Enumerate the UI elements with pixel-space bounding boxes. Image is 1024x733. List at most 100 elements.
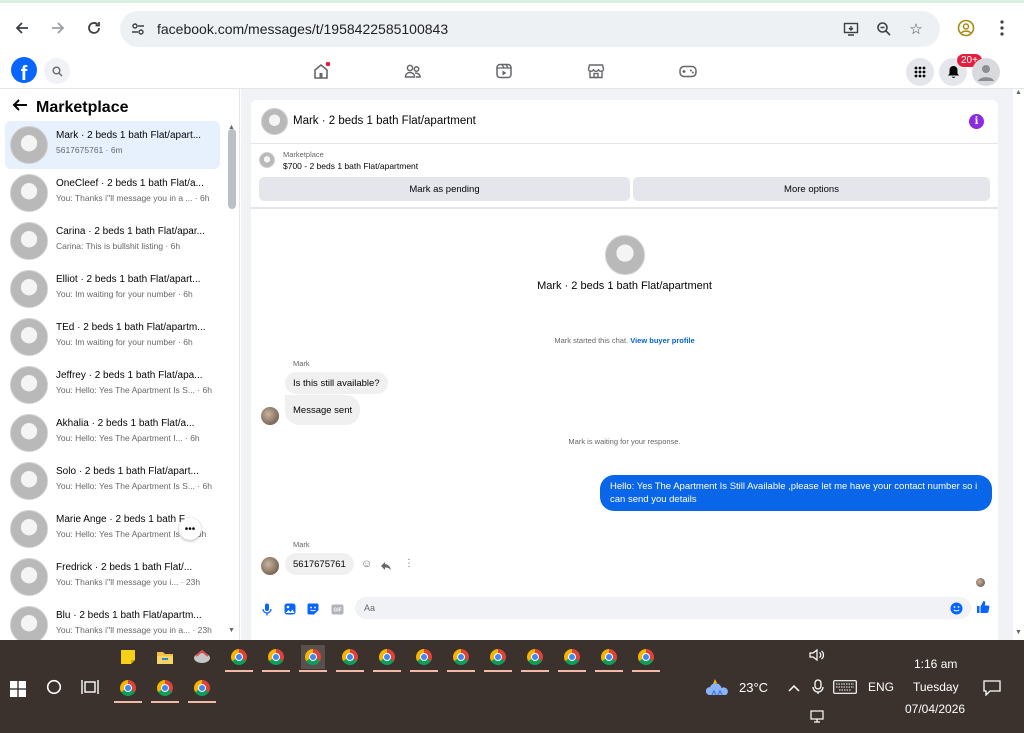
account-avatar[interactable] bbox=[972, 58, 1000, 86]
image-icon[interactable] bbox=[283, 602, 297, 616]
site-settings-icon[interactable] bbox=[129, 20, 147, 38]
notifications-icon[interactable] bbox=[980, 676, 1004, 700]
info-icon[interactable]: i bbox=[969, 114, 984, 129]
conversation-item[interactable]: TEd · 2 beds 1 bath Flat/apartm... You: I… bbox=[5, 313, 220, 361]
emoji-icon[interactable] bbox=[949, 601, 963, 615]
gif-icon[interactable]: GIF bbox=[330, 602, 344, 616]
message-bubble[interactable]: Message sent bbox=[285, 395, 361, 425]
conversation-item[interactable]: Solo · 2 beds 1 bath Flat/apart... You: H… bbox=[5, 457, 220, 505]
video-icon[interactable] bbox=[494, 61, 514, 81]
message-more-icon[interactable]: ⋮ bbox=[404, 558, 414, 569]
search-icon[interactable] bbox=[44, 58, 70, 84]
install-app-icon[interactable] bbox=[842, 20, 860, 38]
weather-icon[interactable] bbox=[706, 675, 730, 699]
profile-icon[interactable] bbox=[955, 17, 977, 39]
message-bubble[interactable]: 5617675761 bbox=[285, 553, 354, 575]
show-hidden-icons-icon[interactable] bbox=[782, 676, 806, 700]
microphone-icon[interactable] bbox=[260, 602, 274, 616]
conversation-item[interactable]: Blu · 2 beds 1 bath Flat/apartm... You: T… bbox=[5, 601, 220, 640]
chrome-taskbar-icon[interactable] bbox=[486, 645, 510, 669]
facebook-logo[interactable]: f bbox=[11, 57, 37, 83]
listing-avatar[interactable] bbox=[261, 108, 288, 135]
chat-title[interactable]: Mark · 2 beds 1 bath Flat/apartment bbox=[293, 115, 476, 127]
volume-icon[interactable] bbox=[805, 643, 829, 667]
bookmark-star-icon[interactable]: ☆ bbox=[907, 20, 925, 38]
sticky-notes-icon[interactable] bbox=[116, 645, 140, 669]
conversation-item[interactable]: Elliot · 2 beds 1 bath Flat/apart... You:… bbox=[5, 265, 220, 313]
conversation-item[interactable]: Akhalia · 2 beds 1 bath Flat/a... You: He… bbox=[5, 409, 220, 457]
search-circle-icon[interactable] bbox=[42, 675, 66, 699]
clock-time[interactable]: 1:16 am bbox=[914, 657, 957, 671]
menu-kebab-icon[interactable] bbox=[991, 17, 1013, 39]
buyer-avatar[interactable] bbox=[605, 235, 645, 275]
friends-icon[interactable] bbox=[403, 61, 423, 81]
gaming-icon[interactable] bbox=[678, 61, 698, 81]
running-indicator bbox=[595, 670, 623, 672]
keyboard-icon[interactable] bbox=[833, 675, 857, 699]
message-input[interactable] bbox=[355, 597, 971, 619]
clock-date[interactable]: 07/04/2026 bbox=[905, 702, 965, 716]
chrome-taskbar-icon[interactable] bbox=[227, 645, 251, 669]
task-view-icon[interactable] bbox=[78, 675, 102, 699]
file-explorer-icon[interactable] bbox=[153, 645, 177, 669]
url-text[interactable]: facebook.com/messages/t/1958422585100843 bbox=[157, 21, 448, 37]
back-icon[interactable] bbox=[11, 17, 33, 39]
listing-price[interactable]: $700 - 2 beds 1 bath Flat/apartment bbox=[283, 161, 418, 171]
chrome-taskbar-icon[interactable] bbox=[634, 645, 658, 669]
conversation-name: Blu · 2 beds 1 bath Flat/apartm... bbox=[56, 610, 202, 621]
more-options-button[interactable]: More options bbox=[633, 177, 990, 201]
chrome-taskbar-icon[interactable] bbox=[116, 676, 140, 700]
input-language[interactable]: ENG bbox=[868, 680, 894, 694]
reply-icon[interactable] bbox=[380, 558, 392, 576]
conversation-item[interactable]: Carina · 2 beds 1 bath Flat/apar... Carin… bbox=[5, 217, 220, 265]
conversation-item[interactable]: Jeffrey · 2 beds 1 bath Flat/apa... You: … bbox=[5, 361, 220, 409]
chrome-taskbar-icon[interactable] bbox=[597, 645, 621, 669]
sender-avatar[interactable] bbox=[261, 407, 279, 425]
conversation-item[interactable]: Mark · 2 beds 1 bath Flat/apart... 561767… bbox=[5, 121, 220, 169]
view-buyer-profile-link[interactable]: View buyer profile bbox=[630, 336, 694, 345]
chrome-taskbar-icon[interactable] bbox=[375, 645, 399, 669]
message-bubble[interactable]: Is this still available? bbox=[285, 372, 388, 394]
listing-thumbnail[interactable] bbox=[259, 152, 275, 168]
sidebar-scrollbar[interactable] bbox=[228, 129, 236, 209]
conversation-name: Mark · 2 beds 1 bath Flat/apart... bbox=[56, 130, 202, 141]
reload-icon[interactable] bbox=[83, 17, 105, 39]
clock-day[interactable]: Tuesday bbox=[913, 680, 959, 694]
chrome-taskbar-icon[interactable] bbox=[449, 645, 473, 669]
chrome-taskbar-icon[interactable] bbox=[560, 645, 584, 669]
back-arrow-icon[interactable] bbox=[12, 98, 28, 117]
menu-grid-icon[interactable] bbox=[906, 58, 934, 86]
react-emoji-icon[interactable]: ☺ bbox=[361, 558, 372, 570]
network-icon[interactable] bbox=[806, 705, 830, 729]
waiting-note: Mark is waiting for your response. bbox=[568, 437, 681, 446]
outgoing-message-bubble[interactable]: Hello: Yes The Apartment Is Still Availa… bbox=[600, 475, 992, 511]
scroll-up-icon[interactable]: ▲ bbox=[228, 124, 235, 131]
app-icon[interactable] bbox=[190, 645, 214, 669]
chat-started-note: Mark started this chat. View buyer profi… bbox=[554, 336, 695, 345]
chrome-taskbar-icon[interactable] bbox=[338, 645, 362, 669]
conversation-item[interactable]: Fredrick · 2 beds 1 bath Flat/... You: Th… bbox=[5, 553, 220, 601]
conversation-item[interactable]: OneCleef · 2 beds 1 bath Flat/a... You: T… bbox=[5, 169, 220, 217]
windows-start-icon[interactable] bbox=[6, 677, 30, 701]
conversation-avatar bbox=[10, 414, 48, 452]
zoom-icon[interactable] bbox=[875, 20, 893, 38]
sender-avatar[interactable] bbox=[261, 557, 279, 575]
chrome-taskbar-icon[interactable] bbox=[153, 676, 177, 700]
address-bar[interactable]: facebook.com/messages/t/1958422585100843… bbox=[120, 11, 940, 47]
sticker-icon[interactable] bbox=[306, 602, 320, 616]
conversation-options-icon[interactable]: ••• bbox=[179, 518, 201, 540]
mark-pending-button[interactable]: Mark as pending bbox=[259, 177, 630, 201]
chrome-taskbar-icon[interactable] bbox=[412, 645, 436, 669]
thumbs-up-icon[interactable] bbox=[976, 600, 990, 614]
chrome-taskbar-icon[interactable] bbox=[264, 645, 288, 669]
weather-temperature[interactable]: 23°C bbox=[739, 680, 768, 695]
chrome-taskbar-icon[interactable] bbox=[190, 676, 214, 700]
chrome-taskbar-icon[interactable] bbox=[523, 645, 547, 669]
page-scrollbar[interactable]: ▲ ▼ bbox=[1013, 89, 1024, 640]
microphone-tray-icon[interactable] bbox=[806, 675, 830, 699]
forward-icon[interactable] bbox=[47, 17, 69, 39]
scroll-down-icon[interactable]: ▼ bbox=[228, 627, 235, 634]
chrome-taskbar-icon[interactable] bbox=[301, 645, 325, 669]
marketplace-icon[interactable] bbox=[586, 61, 606, 81]
home-icon[interactable] bbox=[311, 61, 331, 81]
